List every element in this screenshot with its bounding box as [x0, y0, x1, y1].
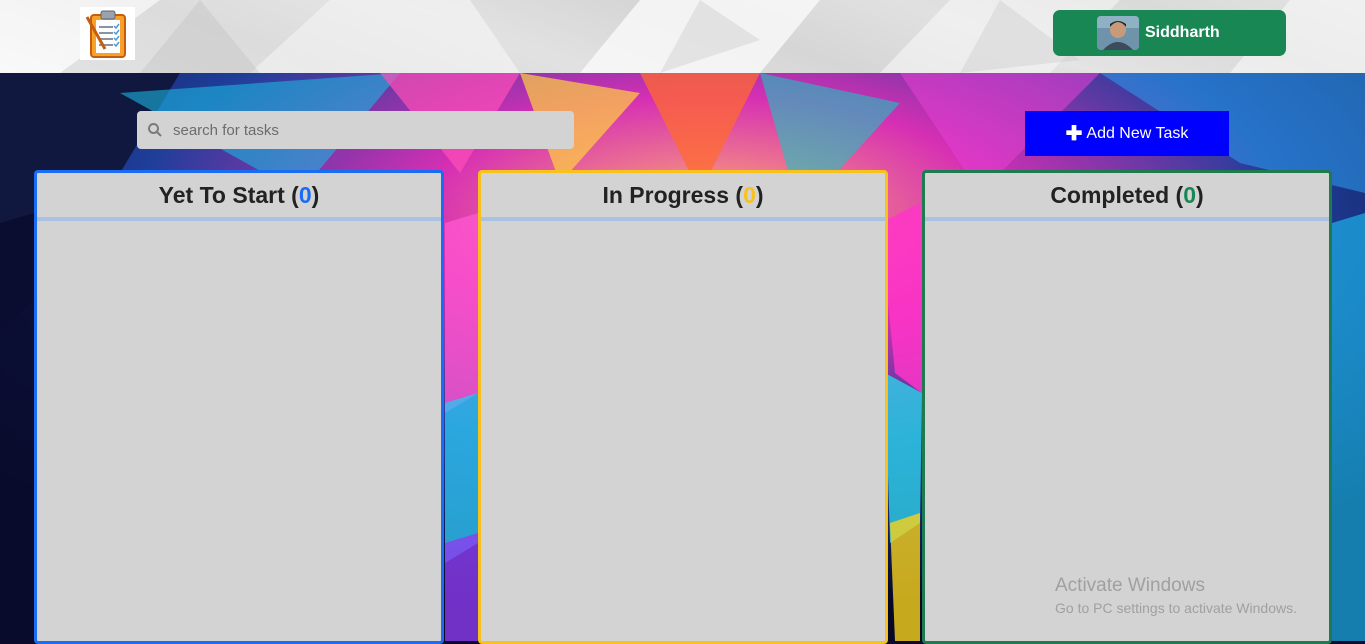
- watermark-title: Activate Windows: [1055, 575, 1205, 596]
- app-logo[interactable]: [80, 7, 135, 60]
- add-new-task-label: Add New Task: [1086, 124, 1189, 142]
- search-bar[interactable]: [137, 111, 574, 149]
- column-title: In Progress: [602, 181, 729, 208]
- app-header: Siddharth: [0, 0, 1365, 73]
- column-drop-area[interactable]: [481, 221, 885, 641]
- column-count: 0: [743, 181, 756, 208]
- column-title: Yet To Start: [158, 181, 285, 208]
- watermark-subtitle: Go to PC settings to activate Windows.: [1055, 600, 1297, 616]
- add-new-task-button[interactable]: ✚ Add New Task: [1025, 111, 1229, 156]
- column-in-progress: In Progress (0): [478, 170, 888, 644]
- plus-icon: ✚: [1065, 122, 1083, 145]
- column-count: 0: [1183, 181, 1197, 208]
- search-input[interactable]: [171, 120, 555, 140]
- user-avatar: [1097, 16, 1139, 50]
- column-header: Completed (0): [925, 173, 1329, 221]
- column-header: Yet To Start (0): [37, 173, 441, 221]
- user-name: Siddharth: [1145, 24, 1220, 41]
- column-header: In Progress (0): [481, 173, 885, 221]
- column-title: Completed: [1050, 181, 1170, 208]
- search-icon: [148, 123, 162, 137]
- user-menu-button[interactable]: Siddharth: [1053, 10, 1286, 56]
- clipboard-checklist-icon: [85, 10, 126, 58]
- column-completed: Completed (0): [922, 170, 1332, 644]
- activate-windows-watermark: Activate Windows Go to PC settings to ac…: [1055, 575, 1297, 616]
- column-yet-to-start: Yet To Start (0): [34, 170, 444, 644]
- column-drop-area[interactable]: [37, 221, 441, 641]
- column-count: 0: [298, 181, 312, 208]
